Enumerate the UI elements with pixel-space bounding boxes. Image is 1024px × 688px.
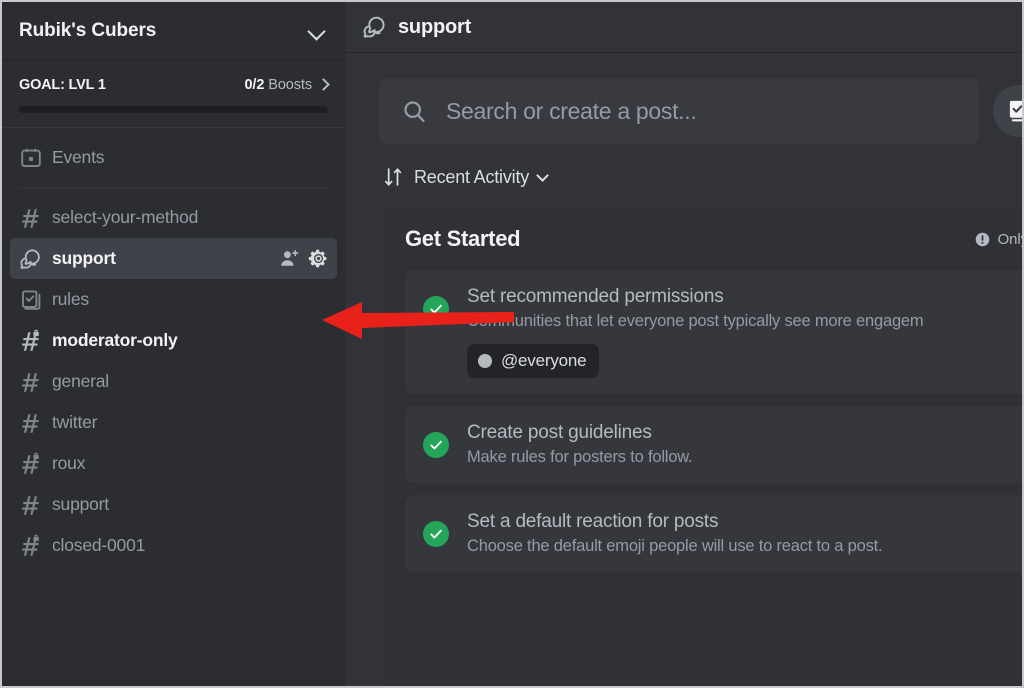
boost-progress-bar (19, 106, 328, 113)
hash-lock-icon (22, 329, 39, 351)
sidebar-item-closed-0001[interactable]: closed-0001 (10, 525, 337, 566)
sidebar-item-support-text[interactable]: support (10, 484, 337, 525)
server-header[interactable]: Rubik's Cubers (2, 2, 345, 61)
sidebar-item-label: closed-0001 (52, 535, 146, 555)
hash-icon (22, 495, 39, 515)
task-title: Create post guidelines (467, 422, 652, 443)
sidebar-item-label: twitter (52, 412, 98, 432)
task-title: Set a default reaction for posts (467, 511, 719, 532)
sort-dropdown[interactable]: Recent Activity (383, 166, 549, 188)
search-row: Search or create a post... (379, 78, 1022, 144)
hash-icon (22, 208, 39, 228)
boost-goal-label: GOAL: LVL 1 (19, 77, 106, 93)
boost-count: 0/2 Boosts (244, 77, 312, 93)
task-description: Choose the default emoji people will use… (467, 537, 883, 555)
forum-icon (363, 16, 385, 38)
hash-lock-icon (22, 452, 39, 474)
main-content: support Search or create a post... Recen… (345, 2, 1022, 686)
sidebar-item-label: roux (52, 453, 86, 473)
boost-count-value: 0/2 (244, 77, 265, 93)
role-pill[interactable]: @everyone (467, 344, 600, 378)
sidebar-item-label: general (52, 371, 109, 391)
forum-icon (20, 249, 40, 269)
sidebar-item-general[interactable]: general (10, 361, 337, 402)
server-boost-block: GOAL: LVL 1 0/2 Boosts (2, 61, 345, 128)
role-name: @everyone (501, 351, 587, 370)
channel-header: support (345, 2, 1022, 52)
sort-icon (384, 168, 402, 186)
discord-window: Rubik's Cubers GOAL: LVL 1 0/2 Boosts Ev… (0, 0, 1024, 688)
moderator-note: Only mod (974, 231, 1022, 248)
task-title: Set recommended permissions (467, 286, 724, 307)
boost-goal-row[interactable]: GOAL: LVL 1 0/2 Boosts (19, 77, 330, 93)
page-title: support (398, 15, 472, 38)
forum-body: Search or create a post... Recent Activi… (345, 52, 1022, 686)
task-body: Set recommended permissions Communities … (467, 286, 1022, 378)
hash-icon (22, 372, 39, 392)
sidebar-item-support-forum[interactable]: support (10, 238, 337, 279)
task-card[interactable]: Set a default reaction for posts Choose … (405, 495, 1022, 572)
task-description: Make rules for posters to follow. (467, 448, 693, 466)
check-circle-icon (423, 296, 449, 322)
chevron-down-icon[interactable] (307, 21, 327, 41)
guidelines-button[interactable] (993, 85, 1022, 137)
sidebar-divider (19, 187, 328, 188)
get-started-title: Get Started (405, 226, 521, 251)
sidebar-item-label: Events (52, 147, 105, 167)
boost-count-suffix: Boosts (264, 77, 312, 93)
sidebar-item-events[interactable]: Events (10, 137, 337, 178)
sidebar-item-label: support (52, 248, 116, 268)
chevron-right-icon[interactable] (317, 78, 330, 91)
search-placeholder: Search or create a post... (446, 97, 697, 124)
sidebar-item-select-your-method[interactable]: select-your-method (10, 197, 337, 238)
sidebar-item-roux[interactable]: roux (10, 443, 337, 484)
guidelines-icon (1009, 100, 1022, 122)
task-body: Create post guidelines Make rules for po… (467, 422, 1022, 467)
task-description: Communities that let everyone post typic… (467, 312, 924, 330)
sidebar-item-rules[interactable]: rules (10, 279, 337, 320)
rules-icon (22, 289, 41, 310)
get-started-panel: Get Started Only mod (383, 208, 1022, 686)
add-member-icon[interactable] (279, 248, 300, 269)
hash-lock-icon (22, 534, 39, 556)
search-input[interactable]: Search or create a post... (379, 78, 979, 144)
sidebar-item-moderator-only[interactable]: moderator-only (10, 320, 337, 361)
check-circle-icon (423, 432, 449, 458)
server-name: Rubik's Cubers (19, 20, 157, 41)
channel-sidebar: Rubik's Cubers GOAL: LVL 1 0/2 Boosts Ev… (2, 2, 345, 686)
sort-label: Recent Activity (414, 166, 530, 187)
task-body: Set a default reaction for posts Choose … (467, 511, 1022, 556)
sidebar-item-label: support (52, 494, 109, 514)
get-started-header: Get Started Only mod (383, 226, 1022, 252)
sidebar-item-label: rules (52, 289, 89, 309)
sidebar-item-label: select-your-method (52, 207, 199, 227)
sidebar-item-label: moderator-only (52, 330, 178, 350)
boost-status: 0/2 Boosts (244, 77, 330, 93)
role-color-dot (478, 354, 492, 368)
gear-icon[interactable] (308, 248, 329, 269)
check-circle-icon (423, 521, 449, 547)
info-icon (975, 232, 989, 246)
channel-list: Events select-your-method support rules … (2, 128, 345, 686)
sidebar-item-twitter[interactable]: twitter (10, 402, 337, 443)
channel-actions (279, 248, 329, 269)
calendar-icon (21, 148, 41, 167)
search-icon (404, 100, 425, 122)
hash-icon (22, 413, 39, 433)
chevron-down-icon (536, 168, 549, 182)
task-card[interactable]: Set recommended permissions Communities … (405, 270, 1022, 394)
moderator-note-text: Only mod (997, 230, 1022, 248)
task-card[interactable]: Create post guidelines Make rules for po… (405, 406, 1022, 483)
